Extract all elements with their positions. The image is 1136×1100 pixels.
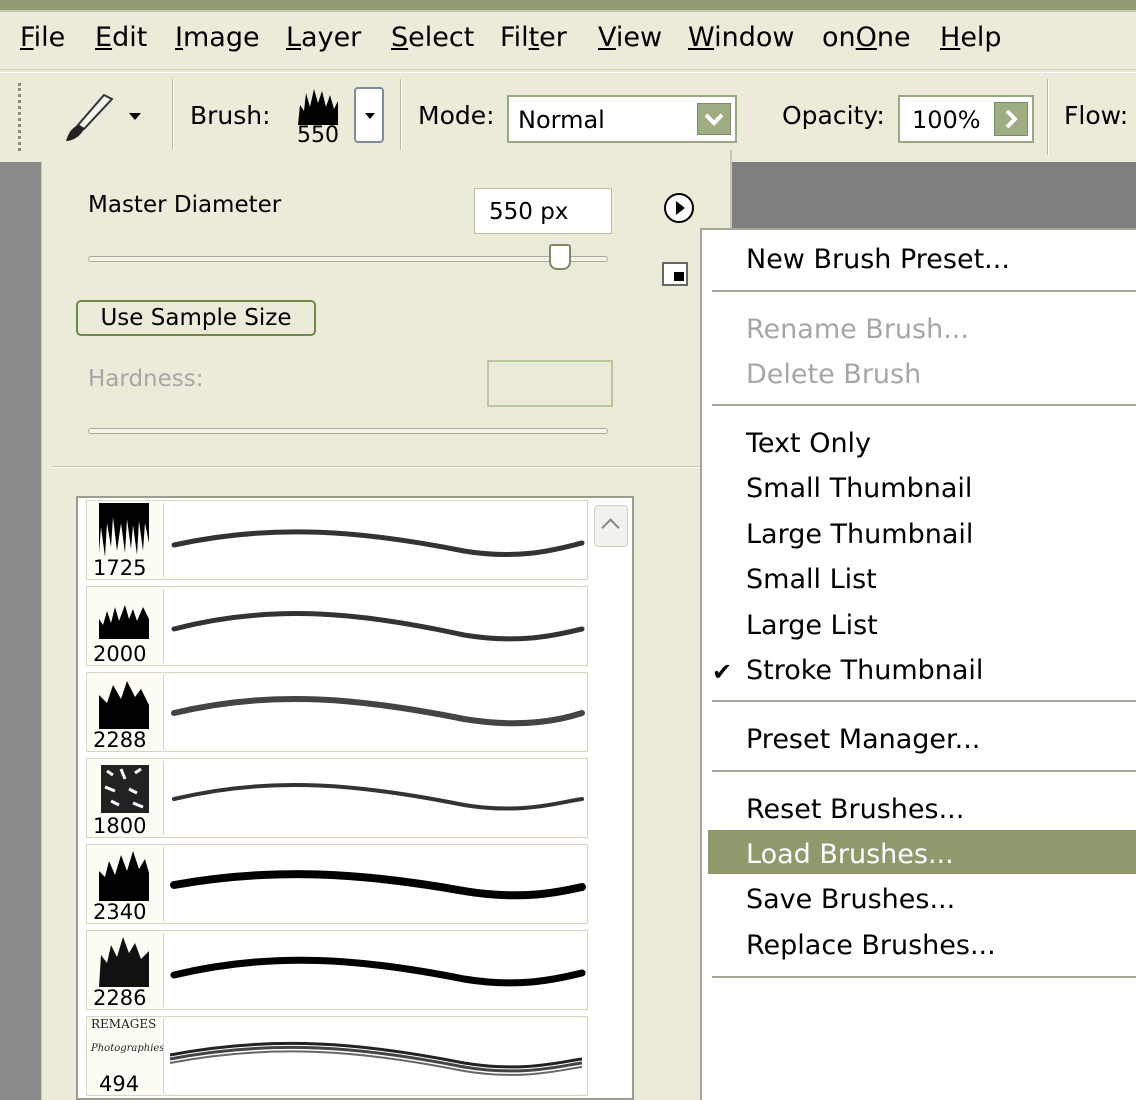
menu-edit[interactable]: Edit bbox=[95, 22, 147, 53]
opacity-value: 100% bbox=[912, 106, 981, 134]
mode-value: Normal bbox=[518, 106, 605, 134]
brush-size-label: 2288 bbox=[93, 728, 147, 752]
mode-dropdown-button[interactable] bbox=[697, 103, 731, 135]
chevron-right-icon bbox=[1005, 109, 1018, 129]
brush-size-label: 1800 bbox=[93, 814, 147, 838]
menu-item-small-thumbnail[interactable]: Small Thumbnail bbox=[746, 473, 972, 504]
menu-item-replace-brushes[interactable]: Replace Brushes... bbox=[746, 930, 996, 961]
brush-thumb-text: REMAGES bbox=[91, 1017, 157, 1031]
menu-item-new-brush-preset[interactable]: New Brush Preset... bbox=[746, 244, 1010, 275]
brush-preset-row[interactable]: 2340 bbox=[86, 844, 588, 924]
flow-label: Flow: bbox=[1064, 101, 1129, 130]
opacity-label: Opacity: bbox=[782, 101, 885, 130]
panel-divider bbox=[52, 466, 728, 468]
menu-bar: File Edit Image Layer Select Filter View… bbox=[0, 14, 1136, 70]
brush-stroke-preview bbox=[163, 1019, 587, 1093]
menu-select[interactable]: Select bbox=[391, 22, 474, 53]
brush-tip-icon bbox=[101, 765, 149, 813]
menu-onone[interactable]: onOne bbox=[822, 22, 911, 53]
menu-separator bbox=[712, 290, 1136, 292]
menu-separator bbox=[712, 404, 1136, 406]
menu-separator bbox=[712, 700, 1136, 702]
toolbar-grip[interactable] bbox=[18, 83, 22, 151]
brush-stroke-preview bbox=[163, 761, 587, 835]
brush-preset-list: 1725 2000 2288 1800 2340 2286 REMAGES Ph… bbox=[76, 496, 634, 1100]
brush-stroke-preview bbox=[163, 503, 587, 577]
menu-item-delete-brush: Delete Brush bbox=[746, 359, 922, 390]
brush-size-label: 550 bbox=[297, 123, 339, 148]
separator bbox=[400, 79, 402, 155]
use-sample-size-button[interactable]: Use Sample Size bbox=[76, 300, 316, 336]
menu-filter[interactable]: Filter bbox=[500, 22, 567, 53]
menu-item-preset-manager[interactable]: Preset Manager... bbox=[746, 724, 980, 755]
new-preset-icon[interactable] bbox=[662, 262, 688, 286]
hardness-label: Hardness: bbox=[88, 366, 204, 392]
brush-preset-row[interactable]: 1725 bbox=[86, 500, 588, 580]
brush-tip-icon bbox=[99, 503, 149, 557]
checkmark-icon: ✔ bbox=[712, 658, 733, 686]
menu-item-rename-brush: Rename Brush... bbox=[746, 314, 969, 345]
menu-item-save-brushes[interactable]: Save Brushes... bbox=[746, 884, 955, 915]
brush-tool-icon[interactable] bbox=[60, 89, 116, 145]
menu-item-load-brushes[interactable]: Load Brushes... bbox=[746, 839, 954, 870]
menu-file[interactable]: File bbox=[20, 22, 65, 53]
brush-panel-context-menu: New Brush Preset... Rename Brush... Dele… bbox=[700, 228, 1136, 1100]
master-diameter-input[interactable]: 550 px bbox=[474, 188, 612, 234]
brush-preset-row[interactable]: REMAGES Photographies 494 bbox=[86, 1016, 588, 1096]
master-diameter-slider[interactable] bbox=[88, 256, 608, 262]
master-diameter-slider-thumb[interactable] bbox=[549, 244, 571, 270]
brush-size-label: 2000 bbox=[93, 642, 147, 666]
brush-preset-row[interactable]: 2286 bbox=[86, 930, 588, 1010]
menu-item-large-list[interactable]: Large List bbox=[746, 610, 878, 641]
brush-thumb-text: Photographies bbox=[91, 1043, 165, 1054]
menu-window[interactable]: Window bbox=[688, 22, 794, 53]
brush-picker-dropdown[interactable] bbox=[354, 87, 384, 143]
brush-tip-icon bbox=[99, 605, 149, 639]
opacity-field[interactable]: 100% bbox=[898, 95, 1034, 143]
brush-tip-icon bbox=[99, 851, 149, 901]
chevron-down-icon bbox=[704, 113, 724, 126]
brush-preset-row[interactable]: 2288 bbox=[86, 672, 588, 752]
brush-size-label: 1725 bbox=[93, 556, 147, 580]
menu-separator bbox=[712, 976, 1136, 978]
master-diameter-label: Master Diameter bbox=[88, 192, 282, 218]
brush-size-label: 2286 bbox=[93, 986, 147, 1010]
brush-stroke-preview bbox=[163, 847, 587, 921]
scroll-up-button[interactable] bbox=[594, 505, 628, 547]
hardness-input bbox=[487, 360, 613, 407]
brush-tip-icon bbox=[99, 681, 149, 729]
menu-item-reset-brushes[interactable]: Reset Brushes... bbox=[746, 794, 964, 825]
brush-tip-icon bbox=[99, 937, 149, 987]
separator bbox=[1047, 79, 1049, 155]
canvas-left-edge bbox=[0, 162, 42, 1100]
menu-separator bbox=[712, 770, 1136, 772]
brush-preset-row[interactable]: 1800 bbox=[86, 758, 588, 838]
menu-help[interactable]: Help bbox=[940, 22, 1002, 53]
menu-item-large-thumbnail[interactable]: Large Thumbnail bbox=[746, 519, 973, 550]
menu-item-text-only[interactable]: Text Only bbox=[746, 428, 871, 459]
panel-menu-arrow-icon[interactable] bbox=[664, 193, 694, 223]
opacity-slider-button[interactable] bbox=[994, 102, 1028, 136]
menu-layer[interactable]: Layer bbox=[286, 22, 361, 53]
brush-stroke-preview bbox=[163, 933, 587, 1007]
brush-size-label: 2340 bbox=[93, 900, 147, 924]
menu-view[interactable]: View bbox=[598, 22, 662, 53]
tool-preset-dropdown-icon[interactable] bbox=[129, 113, 141, 120]
options-bar: Brush: 550 Mode: Normal Opacity: 100% Fl… bbox=[0, 72, 1136, 162]
brush-size-label: 494 bbox=[99, 1072, 140, 1096]
brush-stroke-preview bbox=[163, 675, 587, 749]
window-top-strip bbox=[0, 0, 1136, 12]
brush-label: Brush: bbox=[190, 101, 271, 130]
menu-image[interactable]: Image bbox=[175, 22, 260, 53]
brush-preset-row[interactable]: 2000 bbox=[86, 586, 588, 666]
menu-item-stroke-thumbnail[interactable]: Stroke Thumbnail bbox=[746, 655, 983, 686]
separator bbox=[172, 79, 174, 155]
menu-item-small-list[interactable]: Small List bbox=[746, 564, 877, 595]
mode-select[interactable]: Normal bbox=[507, 95, 737, 143]
brush-stroke-preview bbox=[163, 589, 587, 663]
mode-label: Mode: bbox=[418, 101, 495, 130]
hardness-slider bbox=[88, 428, 608, 434]
